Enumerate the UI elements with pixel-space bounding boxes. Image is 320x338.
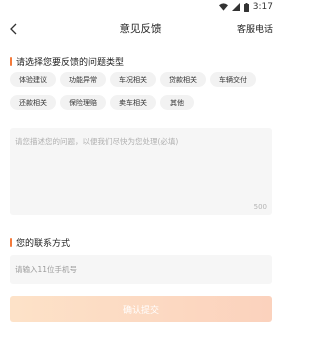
tag-experience-suggestion[interactable]: 体验建议: [10, 72, 56, 87]
battery-icon: [243, 2, 249, 12]
description-box: 500: [10, 128, 272, 215]
contact-heading: 您的联系方式: [10, 236, 70, 249]
tag-other[interactable]: 其他: [160, 95, 194, 110]
tag-sell-car[interactable]: 卖车相关: [110, 95, 156, 110]
nav-bar: 意见反馈 客服电话: [0, 17, 281, 41]
wifi-icon: [218, 3, 228, 11]
customer-service-link[interactable]: 客服电话: [237, 22, 273, 35]
tag-insurance-claim[interactable]: 保险理赔: [60, 95, 106, 110]
status-icons: 3:17: [218, 2, 273, 12]
signal-icon: [231, 3, 240, 11]
tag-function-error[interactable]: 功能异常: [60, 72, 106, 87]
accent-bar: [10, 57, 12, 66]
tag-vehicle-condition[interactable]: 车况相关: [110, 72, 156, 87]
phone-box: [10, 255, 272, 284]
tag-vehicle-delivery[interactable]: 车辆交付: [210, 72, 256, 87]
status-time: 3:17: [252, 2, 273, 12]
problem-type-heading: 请选择您要反馈的问题类型: [10, 55, 124, 68]
status-bar: 3:17: [0, 0, 281, 16]
accent-bar: [10, 238, 12, 247]
description-input[interactable]: [10, 128, 272, 198]
problem-type-label: 请选择您要反馈的问题类型: [16, 58, 125, 68]
char-counter: 500: [253, 203, 267, 211]
submit-button[interactable]: 确认提交: [10, 296, 272, 322]
contact-label: 您的联系方式: [16, 239, 71, 249]
phone-input[interactable]: [10, 255, 272, 284]
tag-repayment[interactable]: 还款相关: [10, 95, 56, 110]
tag-loan[interactable]: 贷款相关: [160, 72, 206, 87]
